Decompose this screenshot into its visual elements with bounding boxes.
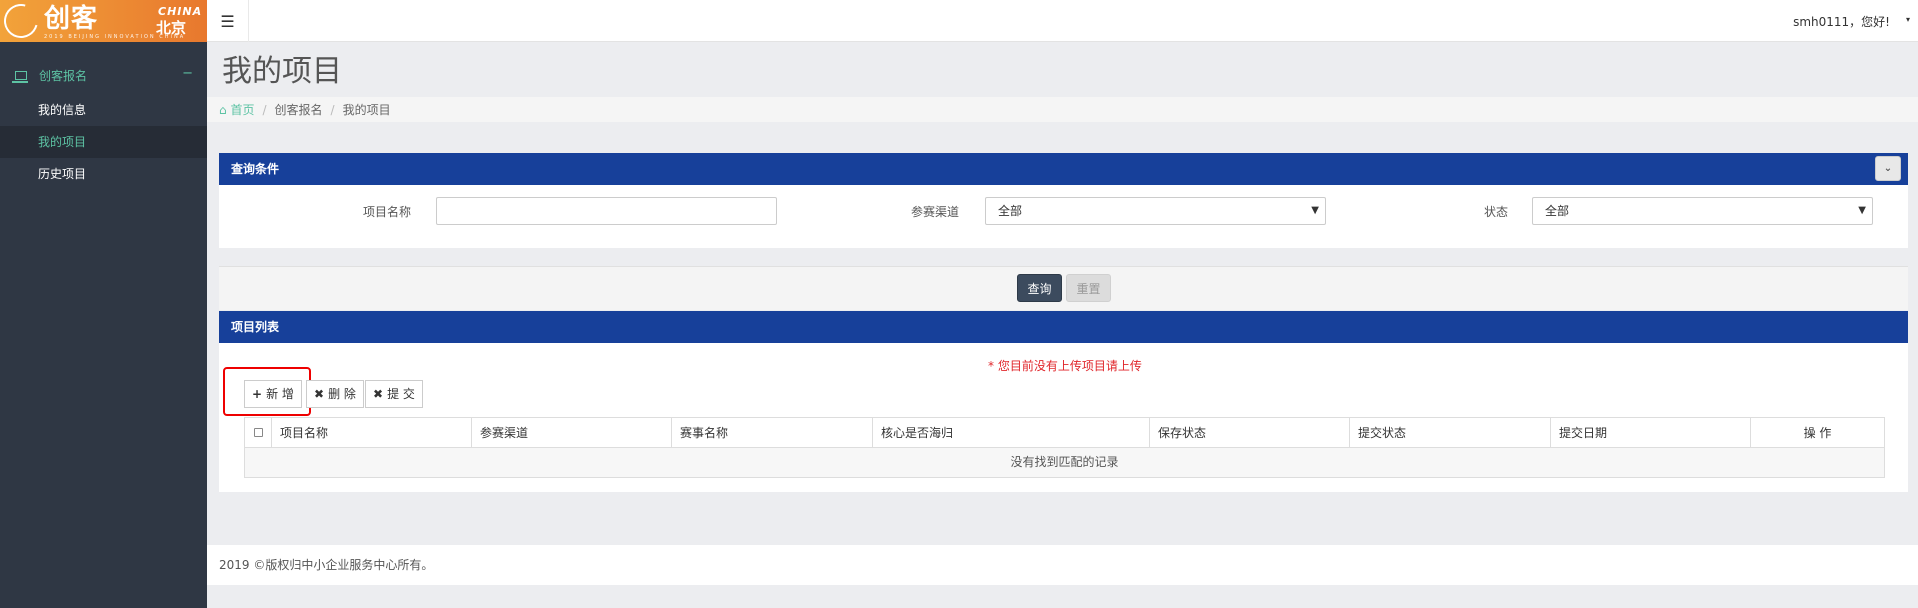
channel-select[interactable]: 全部 ▼ [985,197,1326,225]
list-panel-header: 项目列表 [219,311,1908,343]
query-panel-title: 查询条件 [231,162,280,176]
laptop-icon [12,70,28,83]
add-button[interactable]: + 新 增 [244,380,302,408]
table-header-row: 项目名称 参赛渠道 赛事名称 核心是否海归 保存状态 提交状态 提交日期 操 作 [245,418,1884,448]
x-icon: ✖ [373,387,384,401]
project-name-input[interactable] [436,197,777,225]
sidebar: 创客 CHINA 北京 2019 BEIJING INNOVATION CHIN… [0,0,207,608]
breadcrumb-home[interactable]: ⌂ 首页 [219,101,254,118]
upload-warning-text: * 您目前没有上传项目请上传 [988,359,1142,373]
footer: 2019 ©版权归中小企业服务中心所有。 [207,545,1918,585]
search-button[interactable]: 查询 [1017,274,1062,302]
column-header-save-status[interactable]: 保存状态 [1150,418,1350,448]
column-header-project-name[interactable]: 项目名称 [272,418,472,448]
sidebar-section-label: 创客报名 [39,68,88,83]
breadcrumb-separator: / [330,102,335,117]
reset-button[interactable]: 重置 [1066,274,1111,302]
logo-subtitle: 2019 BEIJING INNOVATION CHINA [44,34,186,40]
status-select[interactable]: 全部 ▼ [1532,197,1873,225]
column-header-actions: 操 作 [1803,426,1832,440]
sidebar-section-chuangke[interactable]: 创客报名 − [0,62,207,88]
logo-text: 创客 [44,4,99,34]
dropdown-arrow-icon: ▼ [1311,205,1319,216]
project-name-label: 项目名称 [362,205,411,219]
logo-mark-icon [0,0,45,42]
page-title: 我的项目 [222,54,342,89]
panel-collapse-button[interactable]: ⌄ [1875,156,1901,181]
column-header-submit-date[interactable]: 提交日期 [1551,418,1751,448]
channel-label: 参赛渠道 [910,205,959,219]
breadcrumb-home-label: 首页 [230,103,255,117]
breadcrumb-item-current: 我的项目 [342,103,391,117]
dropdown-arrow-icon: ▼ [1858,205,1866,216]
column-header-submit-status[interactable]: 提交状态 [1350,418,1551,448]
delete-button[interactable]: ✖ 删 除 [306,380,364,408]
top-header: ☰ smh0111，您好! ▾ [207,0,1918,42]
query-panel-body: 项目名称 参赛渠道 全部 ▼ 状态 全部 ▼ [219,185,1908,248]
sidebar-item-label: 我的信息 [38,103,87,117]
sidebar-item-history-projects[interactable]: 历史项目 [0,158,207,190]
user-greeting[interactable]: smh0111，您好! [1793,13,1890,30]
column-header-channel[interactable]: 参赛渠道 [472,418,672,448]
sidebar-item-label: 历史项目 [38,167,87,181]
chevron-down-icon: ⌄ [1883,162,1893,174]
status-select-value: 全部 [1545,204,1570,218]
table-empty-row: 没有找到匹配的记录 [245,448,1884,477]
breadcrumb-item-chuangke[interactable]: 创客报名 [275,101,323,118]
channel-select-value: 全部 [998,204,1023,218]
column-header-event-name[interactable]: 赛事名称 [672,418,873,448]
menu-toggle-button[interactable]: ☰ [207,0,249,42]
x-icon: ✖ [314,387,325,401]
sidebar-item-label: 我的项目 [38,135,87,149]
plus-icon: + [252,387,263,401]
query-panel-header: 查询条件 ⌄ [219,153,1908,185]
collapse-icon[interactable]: − [182,66,193,81]
sidebar-item-my-info[interactable]: 我的信息 [0,94,207,126]
column-header-overseas-returnee[interactable]: 核心是否海归 [873,418,1150,448]
caret-down-icon[interactable]: ▾ [1906,15,1910,24]
project-table: 项目名称 参赛渠道 赛事名称 核心是否海归 保存状态 提交状态 提交日期 操 作… [244,417,1885,478]
status-label: 状态 [1483,205,1508,219]
submit-button[interactable]: ✖ 提 交 [365,380,423,408]
select-all-cell [245,418,272,448]
sidebar-item-my-projects[interactable]: 我的项目 [0,126,207,158]
delete-button-label: 删 除 [328,387,356,401]
select-all-checkbox[interactable] [253,428,263,437]
breadcrumb-separator: / [262,102,267,117]
list-panel-title: 项目列表 [231,320,280,334]
home-icon: ⌂ [219,103,227,117]
submit-button-label: 提 交 [387,387,415,401]
logo-en-text: CHINA [158,5,203,18]
add-button-label: 新 增 [266,387,294,401]
hamburger-icon: ☰ [220,11,235,31]
breadcrumb: ⌂ 首页 / 创客报名 / 我的项目 [207,97,1918,122]
query-button-bar: 查询 重置 [219,266,1908,310]
brand-logo[interactable]: 创客 CHINA 北京 2019 BEIJING INNOVATION CHIN… [0,0,207,42]
